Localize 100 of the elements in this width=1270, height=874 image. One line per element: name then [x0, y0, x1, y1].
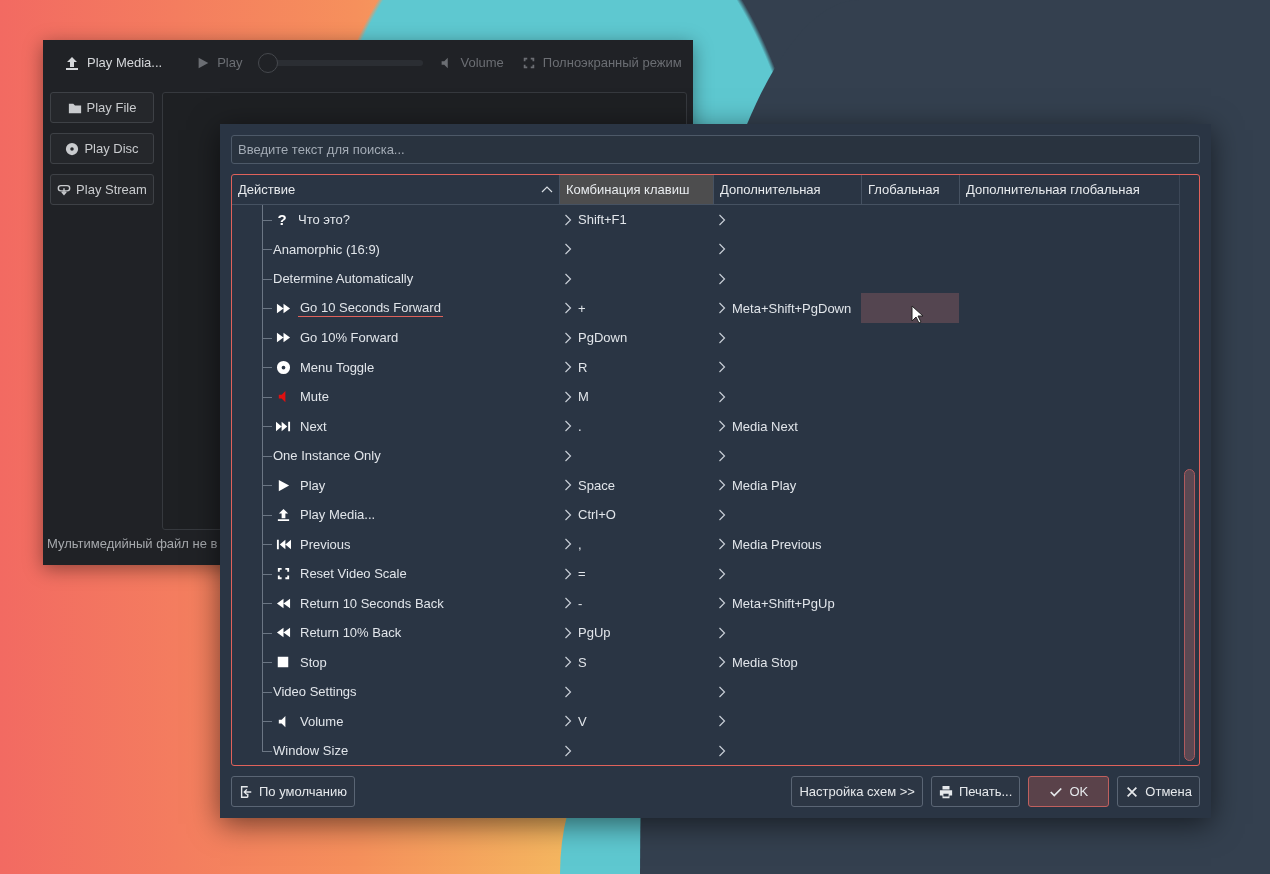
seek-slider[interactable]	[258, 52, 424, 73]
action-name[interactable]: Что это?	[296, 212, 352, 227]
shortcut-text: Media Next	[732, 418, 798, 434]
column-header[interactable]: Дополнительная глобальная	[959, 174, 1179, 204]
chevron-icon[interactable]	[718, 567, 726, 580]
chevron-icon[interactable]	[564, 508, 572, 521]
chevron-icon[interactable]	[718, 597, 726, 609]
column-header[interactable]: Дополнительная	[713, 174, 861, 204]
tree-branch-line	[262, 706, 272, 736]
tree-branch-line	[262, 588, 272, 618]
side-button[interactable]: Play File	[50, 92, 154, 123]
chevron-icon[interactable]	[718, 213, 726, 226]
chevron-icon[interactable]	[564, 715, 572, 727]
tree-branch-line	[262, 234, 272, 264]
chevron-icon[interactable]	[564, 213, 572, 226]
shortcut-text: Ctrl+O	[578, 507, 616, 522]
action-name[interactable]: Next	[298, 418, 329, 434]
chevron-icon[interactable]	[564, 361, 572, 373]
action-name[interactable]: Stop	[298, 654, 329, 670]
schemes-button[interactable]: Настройка схем >>	[791, 776, 923, 807]
chevron-icon[interactable]	[564, 420, 572, 432]
shortcut-text: M	[578, 389, 589, 404]
chevron-icon[interactable]	[718, 420, 726, 432]
column-header[interactable]: Глобальная	[861, 174, 959, 204]
chevron-icon[interactable]	[564, 567, 572, 580]
side-button[interactable]: Play Stream	[50, 174, 154, 205]
tree-branch-line	[262, 676, 272, 707]
chevron-icon[interactable]	[564, 302, 572, 314]
action-name[interactable]: Volume	[298, 713, 346, 729]
cancel-button[interactable]: Отмена	[1117, 776, 1200, 807]
status-text: Мультимедийный файл не в	[47, 536, 218, 551]
action-name[interactable]: Video Settings	[271, 684, 359, 699]
scrollbar-thumb[interactable]	[1184, 469, 1195, 761]
mouse-pointer-icon	[911, 305, 924, 324]
fast-forward-icon	[275, 330, 291, 345]
chevron-icon[interactable]	[564, 685, 572, 698]
chevron-icon[interactable]	[718, 685, 726, 698]
chevron-icon[interactable]	[564, 538, 572, 550]
shortcut-text: =	[578, 566, 586, 581]
close-icon	[1125, 784, 1140, 799]
chevron-icon[interactable]	[564, 656, 572, 668]
column-header[interactable]: Комбинация клавиш	[559, 174, 713, 204]
chevron-icon[interactable]	[718, 626, 726, 639]
chevron-icon[interactable]	[718, 243, 726, 255]
action-name[interactable]: Mute	[298, 389, 331, 404]
chevron-icon[interactable]	[564, 243, 572, 255]
ok-button[interactable]: OK	[1028, 776, 1110, 807]
chevron-icon[interactable]	[564, 626, 572, 639]
action-name[interactable]: Previous	[298, 536, 353, 552]
chevron-icon[interactable]	[718, 715, 726, 727]
column-header[interactable]: Действие	[232, 174, 559, 204]
chevron-icon[interactable]	[564, 744, 572, 757]
tree-branch-line	[262, 411, 272, 441]
printer-icon	[938, 784, 953, 799]
tree-branch-line	[262, 352, 272, 382]
chevron-icon[interactable]	[718, 272, 726, 285]
chevron-icon[interactable]	[718, 479, 726, 491]
chevron-icon[interactable]	[718, 508, 726, 521]
action-name[interactable]: Play Media...	[298, 507, 378, 522]
action-name[interactable]: One Instance Only	[271, 448, 383, 463]
action-name[interactable]: Anamorphic (16:9)	[271, 241, 382, 257]
chevron-icon[interactable]	[564, 390, 572, 403]
tree-branch-line	[262, 263, 272, 294]
side-button[interactable]: Play Disc	[50, 133, 154, 164]
action-name[interactable]: Go 10 Seconds Forward	[298, 299, 443, 317]
chevron-icon[interactable]	[718, 449, 726, 462]
defaults-button[interactable]: По умолчанию	[231, 776, 355, 807]
shortcut-text: PgUp	[578, 625, 611, 640]
action-name[interactable]: Return 10% Back	[298, 625, 404, 640]
shortcut-text: Space	[578, 477, 615, 493]
chevron-icon[interactable]	[718, 390, 726, 403]
chevron-icon[interactable]	[564, 331, 572, 344]
action-name[interactable]: Menu Toggle	[298, 359, 377, 375]
tree-branch-line	[262, 499, 272, 530]
chevron-icon[interactable]	[718, 302, 726, 314]
chevron-icon[interactable]	[718, 331, 726, 344]
chevron-icon[interactable]	[718, 656, 726, 668]
fullscreen-icon	[275, 566, 291, 581]
chevron-icon[interactable]	[718, 538, 726, 550]
chevron-icon[interactable]	[718, 744, 726, 757]
chevron-icon[interactable]	[564, 272, 572, 285]
chevron-icon[interactable]	[564, 449, 572, 462]
selected-cell[interactable]	[861, 293, 959, 323]
print-button[interactable]: Печать...	[930, 776, 1021, 807]
action-name[interactable]: Return 10 Seconds Back	[298, 595, 446, 611]
chevron-icon[interactable]	[718, 361, 726, 373]
action-name[interactable]: Play	[298, 477, 328, 493]
shortcut-text: Media Previous	[732, 536, 822, 552]
tree-branch-line	[262, 470, 272, 500]
action-name[interactable]: Determine Automatically	[271, 271, 416, 286]
chevron-icon[interactable]	[564, 597, 572, 609]
play-media-button[interactable]: Play Media...	[62, 50, 165, 75]
action-name[interactable]: Go 10% Forward	[298, 330, 401, 345]
shortcut-text: S	[578, 654, 587, 670]
shortcut-text: .	[578, 418, 582, 434]
action-name[interactable]: Window Size	[271, 743, 351, 758]
chevron-icon[interactable]	[564, 479, 572, 491]
action-name[interactable]: Reset Video Scale	[298, 566, 409, 581]
search-field[interactable]: Введите текст для поиска...	[231, 135, 1200, 164]
tree-branch-line	[262, 322, 272, 353]
